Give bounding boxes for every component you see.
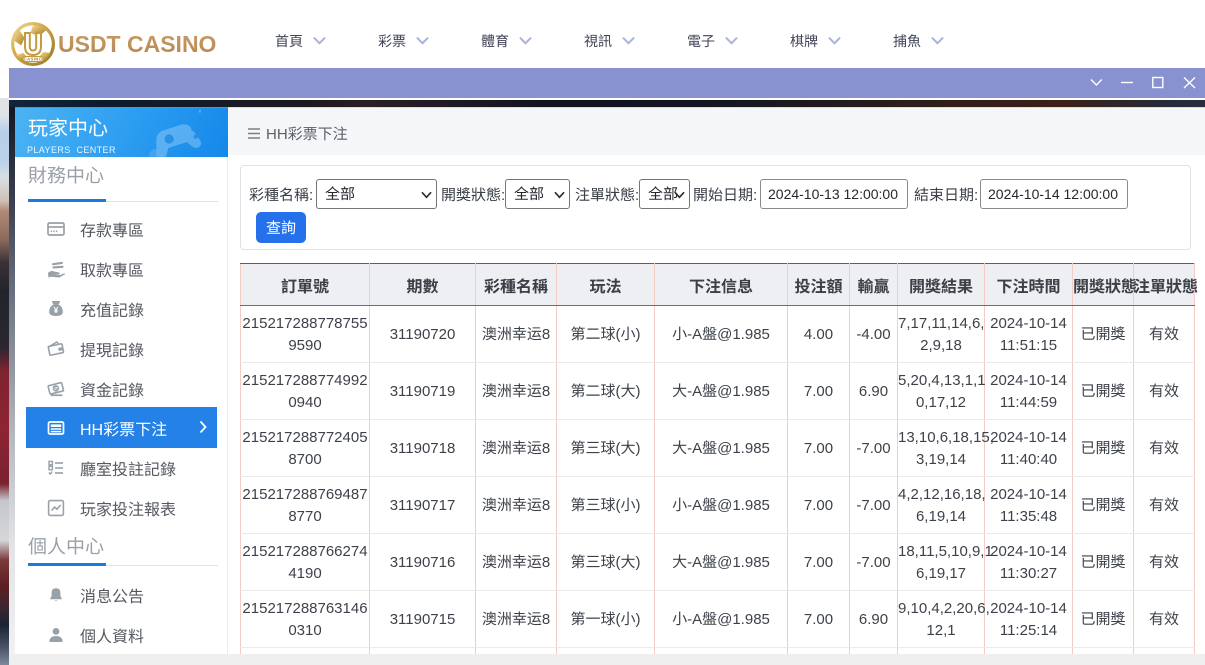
svg-text:CASINO: CASINO <box>24 57 43 63</box>
svg-text:¥: ¥ <box>54 304 59 316</box>
